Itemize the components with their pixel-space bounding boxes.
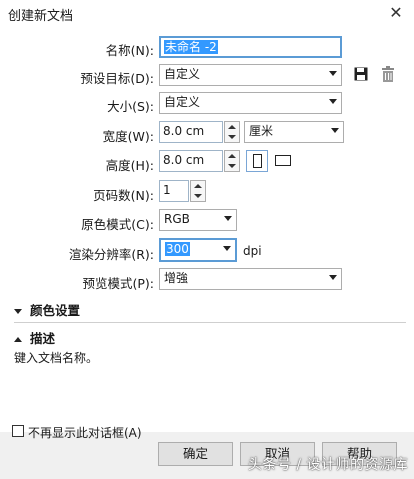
description-title: 描述 [30,331,56,346]
landscape-orientation-icon[interactable] [275,155,291,166]
width-field[interactable]: 8.0 cm [159,121,223,143]
width-field-value: 8.0 cm [163,124,205,138]
color-settings-title: 颜色设置 [30,303,81,318]
watermark: 头条号 / 设计师的资源库 [247,457,408,473]
title-bar: 创建新文档 ✕ [0,0,414,28]
divider [14,322,406,323]
width-label: 宽度(W): [102,129,154,144]
unit-select[interactable]: 厘米 [244,121,344,143]
size-select[interactable]: 自定义 [159,92,342,114]
preview-select-value: 增強 [164,271,189,285]
chevron-down-icon [224,216,232,221]
stepper-up-icon[interactable] [228,125,236,129]
pages-field-value: 1 [163,183,171,197]
unit-select-value: 厘米 [249,124,274,138]
chevron-down-icon [223,246,231,251]
preset-select[interactable]: 自定义 [159,64,342,86]
pages-field[interactable]: 1 [159,180,189,202]
height-field-value: 8.0 cm [163,153,205,167]
chevron-down-icon [331,128,339,133]
description-text: 键入文档名称。 [14,351,99,365]
resolution-select[interactable]: 300 [159,238,237,262]
height-field[interactable]: 8.0 cm [159,150,223,172]
portrait-orientation-icon[interactable] [246,150,268,172]
preview-label: 预览模式(P): [82,276,154,291]
chevron-down-icon [329,71,337,76]
resolution-select-value: 300 [165,242,190,256]
preset-label: 预设目标(D): [80,71,154,86]
stepper-down-icon[interactable] [194,194,202,198]
stepper-up-icon[interactable] [194,184,202,188]
ok-button[interactable]: 确定 [158,442,233,466]
stepper-down-icon[interactable] [228,164,236,168]
width-stepper[interactable] [224,121,240,143]
name-field-value: 未命名 -2 [164,40,218,54]
chevron-down-icon [329,275,337,280]
pages-stepper[interactable] [190,180,206,202]
color-mode-select-value: RGB [164,212,190,226]
size-label: 大小(S): [107,99,154,114]
name-label: 名称(N): [105,43,154,58]
color-mode-label: 原色模式(C): [81,217,154,232]
window-title: 创建新文档 [8,9,74,24]
dont-show-checkbox[interactable] [12,425,24,437]
trash-icon[interactable] [381,66,395,82]
dont-show-label[interactable]: 不再显示此对话框(A) [28,424,142,441]
expand-icon [14,309,22,314]
color-settings-section[interactable]: 颜色设置 [14,300,80,319]
description-section[interactable]: 描述 [14,328,55,347]
stepper-up-icon[interactable] [228,154,236,158]
stepper-down-icon[interactable] [228,135,236,139]
close-button[interactable]: ✕ [386,3,406,23]
resolution-unit: dpi [243,244,262,258]
save-icon[interactable] [354,67,368,81]
pages-label: 页码数(N): [93,188,154,203]
size-select-value: 自定义 [164,95,201,109]
resolution-label: 渲染分辨率(R): [68,247,154,262]
color-mode-select[interactable]: RGB [159,209,237,231]
height-label: 高度(H): [105,158,154,173]
preset-select-value: 自定义 [164,67,201,81]
collapse-icon [14,337,22,342]
chevron-down-icon [329,99,337,104]
height-stepper[interactable] [224,150,240,172]
preview-select[interactable]: 增強 [159,268,342,290]
name-field[interactable]: 未命名 -2 [159,36,342,58]
